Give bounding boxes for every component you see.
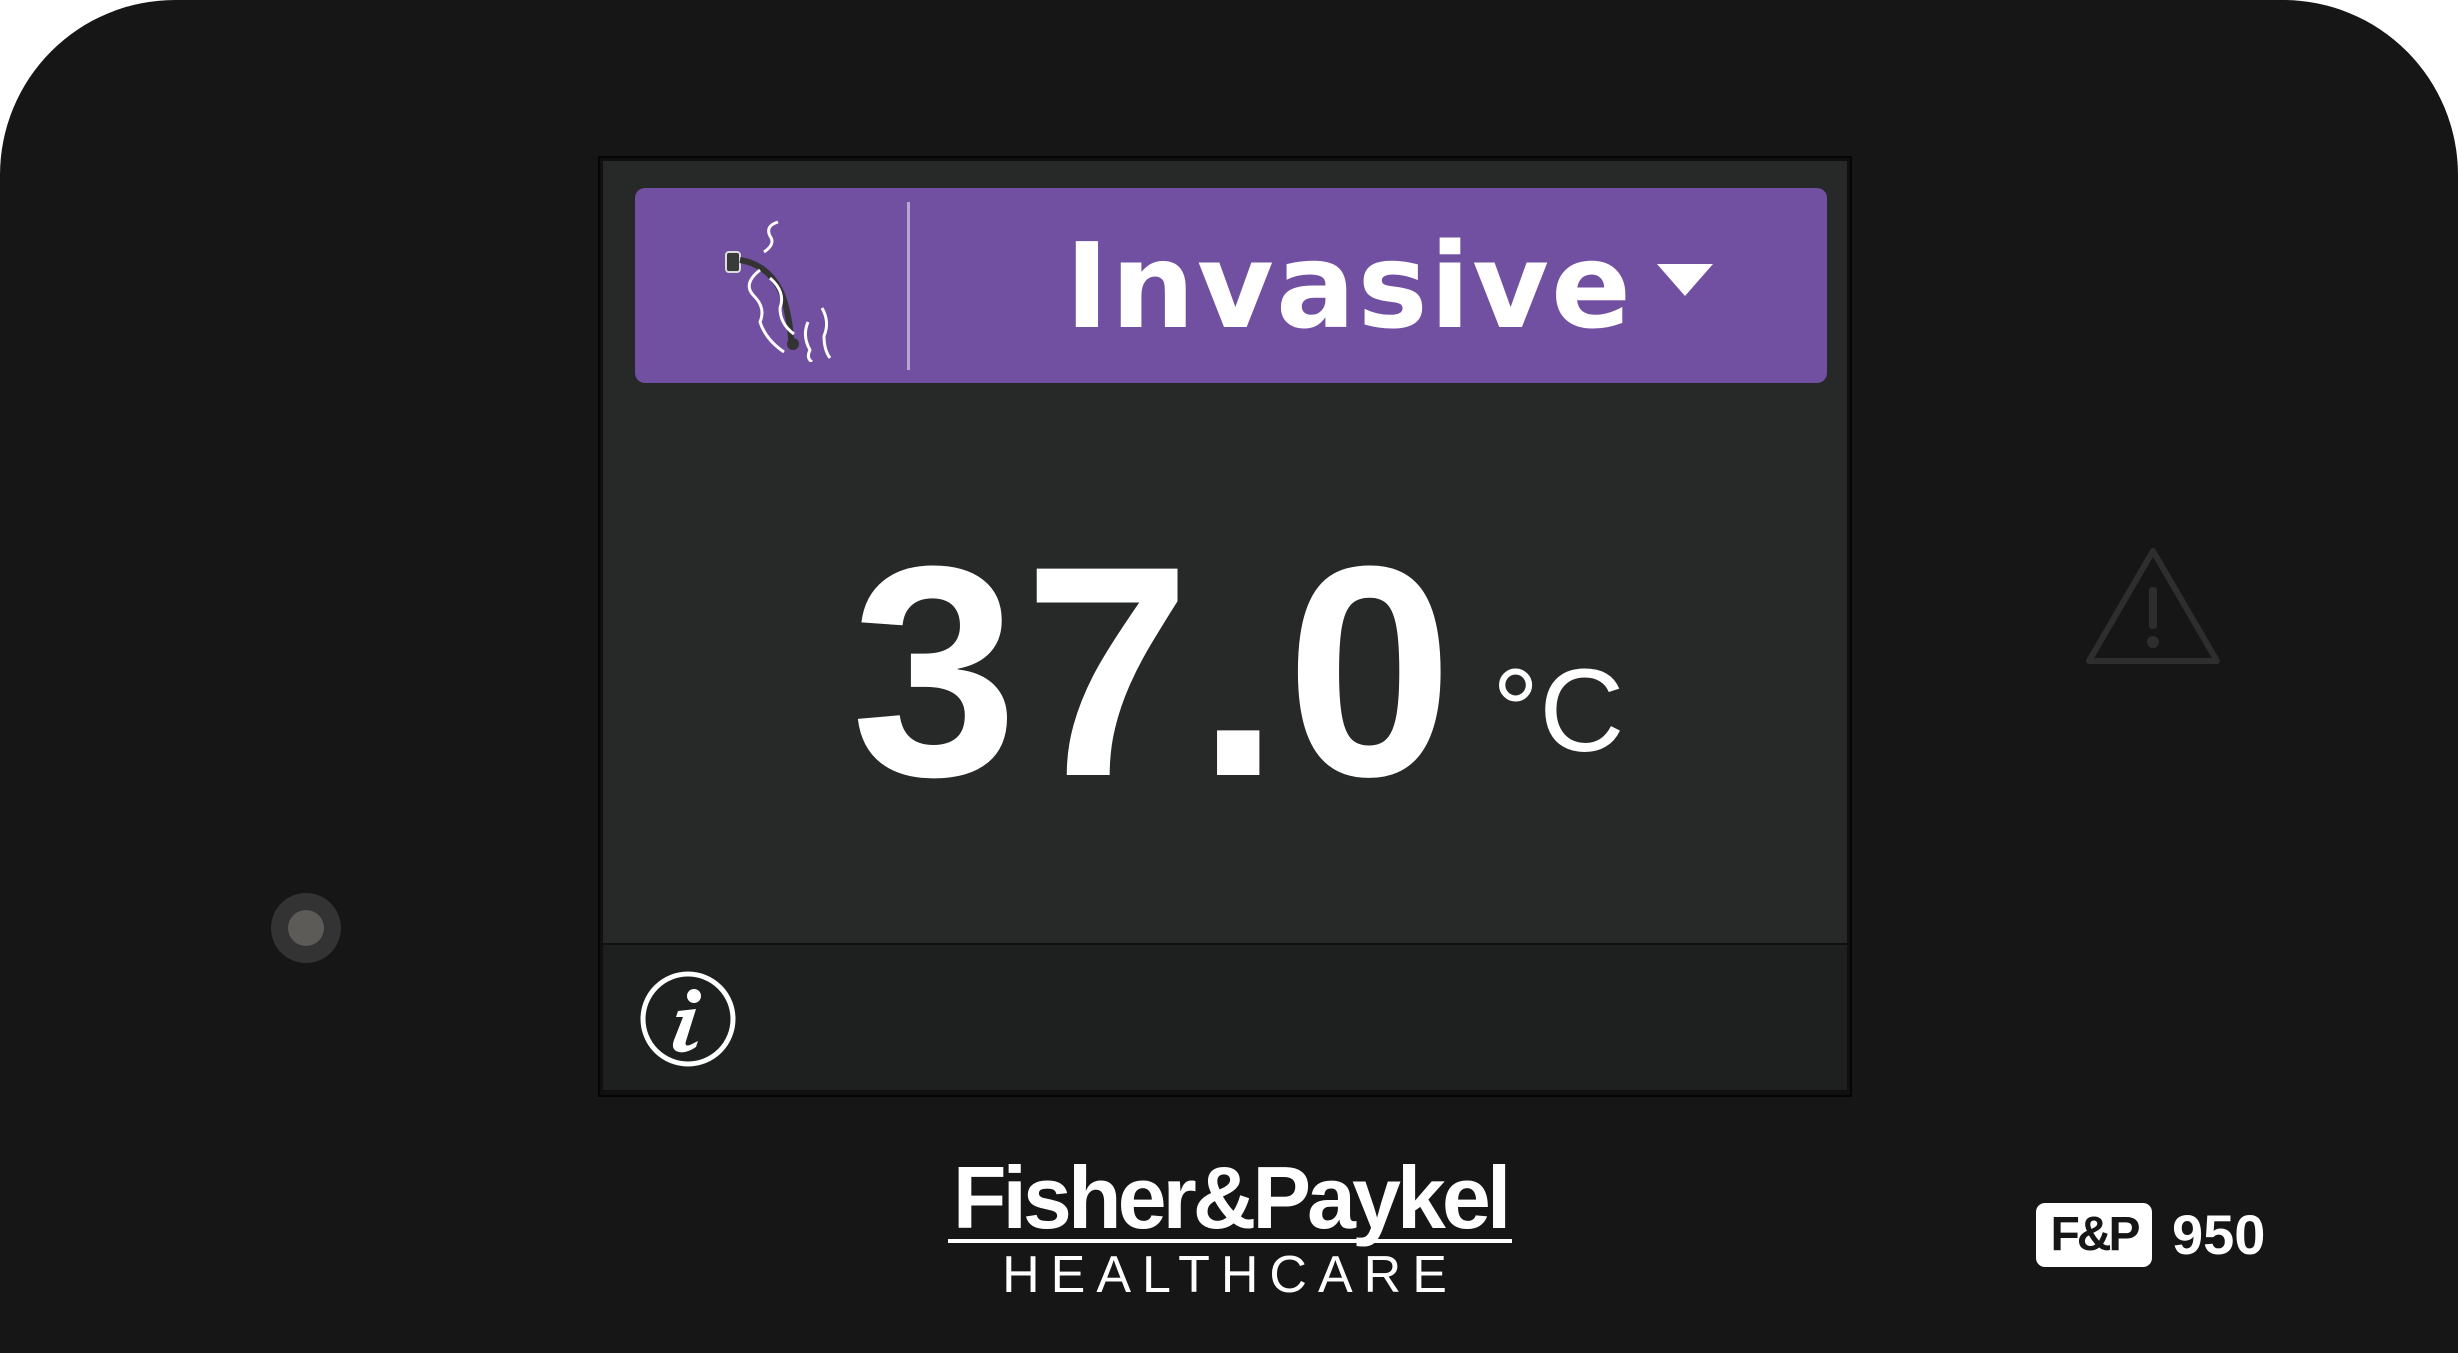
brand-subtitle: HEALTHCARE: [1002, 1246, 1458, 1304]
info-icon[interactable]: [638, 969, 738, 1069]
temperature-unit: °C: [1492, 645, 1625, 777]
display-screen: Invasive 37.0 °C: [598, 156, 1852, 1097]
brand-logo: Fisher&Paykel HEALTHCARE: [945, 1148, 1515, 1304]
display-main-area: Invasive 37.0 °C: [603, 161, 1847, 943]
dropdown-arrow-icon[interactable]: [1657, 264, 1713, 296]
model-label: F&P 950: [2036, 1200, 2276, 1270]
indicator-lens: [288, 910, 324, 946]
warning-triangle-icon: [2086, 548, 2220, 664]
info-bar: [603, 945, 1847, 1090]
mode-label: Invasive: [1065, 217, 1634, 355]
temperature-value: 37.0: [851, 503, 1459, 839]
status-indicator-light: [271, 893, 341, 963]
humidifier-device: Invasive 37.0 °C Fisher&Paykel HEALTHCAR…: [0, 0, 2458, 1353]
brand-rule: [948, 1239, 1512, 1243]
model-number: 950: [2172, 1203, 2266, 1266]
brand-name: Fisher&Paykel: [952, 1148, 1512, 1247]
airway-breathing-icon: [725, 220, 832, 362]
model-badge: F&P: [2036, 1203, 2152, 1267]
mode-divider: [907, 202, 910, 370]
mode-selector[interactable]: Invasive: [635, 188, 1827, 383]
